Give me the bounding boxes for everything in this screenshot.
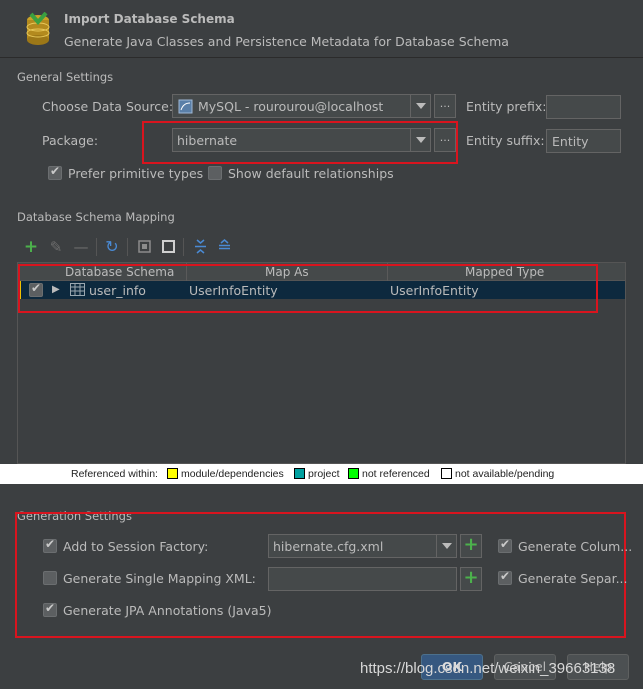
entity-suffix-field[interactable]: Entity bbox=[546, 129, 621, 153]
general-settings-title: General Settings bbox=[17, 70, 114, 84]
select-all-icon[interactable] bbox=[136, 239, 152, 255]
mysql-icon bbox=[178, 99, 193, 114]
jpa-checkbox[interactable] bbox=[43, 601, 57, 617]
entity-prefix-field[interactable] bbox=[546, 95, 621, 119]
legend-swatch-project bbox=[294, 468, 305, 479]
toolbar-separator bbox=[183, 238, 184, 256]
legend-swatch-not-available bbox=[441, 468, 452, 479]
single-mapping-field[interactable] bbox=[268, 567, 457, 591]
expand-all-icon[interactable] bbox=[192, 239, 208, 255]
data-source-value: MySQL - rourourou@localhost bbox=[198, 99, 384, 114]
show-default-rel-label: Show default relationships bbox=[228, 166, 394, 181]
add-mapping-button[interactable]: + bbox=[460, 567, 482, 591]
prefer-primitive-label: Prefer primitive types bbox=[68, 166, 204, 181]
chevron-down-icon[interactable] bbox=[410, 95, 430, 117]
watermark: https://blog.csdn.net/weixin_39663138 bbox=[360, 660, 616, 677]
legend-not-available: not available/pending bbox=[455, 468, 555, 480]
refresh-icon[interactable]: ↻ bbox=[104, 239, 120, 255]
add-icon[interactable]: + bbox=[23, 239, 39, 256]
unselect-all-icon[interactable] bbox=[160, 239, 176, 255]
toolbar-separator bbox=[96, 238, 97, 256]
single-mapping-checkbox[interactable] bbox=[43, 571, 57, 585]
dialog-subtitle: Generate Java Classes and Persistence Me… bbox=[64, 34, 509, 49]
entity-prefix-label: Entity prefix: bbox=[466, 99, 547, 114]
database-icon bbox=[22, 11, 54, 48]
add-session-factory-button[interactable]: + bbox=[460, 534, 482, 558]
data-source-browse-button[interactable]: ... bbox=[434, 94, 456, 118]
add-session-checkbox[interactable] bbox=[43, 537, 57, 553]
entity-suffix-label: Entity suffix: bbox=[466, 133, 545, 148]
add-session-label: Add to Session Factory: bbox=[63, 539, 209, 554]
show-default-rel-checkbox[interactable] bbox=[208, 166, 222, 180]
gen-columns-checkbox[interactable] bbox=[498, 537, 512, 553]
gen-columns-label: Generate Colum... bbox=[518, 539, 633, 554]
legend-module: module/dependencies bbox=[181, 468, 284, 480]
prefer-primitive-checkbox[interactable] bbox=[48, 164, 62, 180]
legend-swatch-module bbox=[167, 468, 178, 479]
mapping-title: Database Schema Mapping bbox=[17, 210, 175, 224]
highlight-table-row bbox=[18, 264, 598, 313]
edit-icon[interactable]: ✎ bbox=[48, 239, 64, 255]
remove-icon[interactable]: — bbox=[73, 239, 89, 255]
jpa-label: Generate JPA Annotations (Java5) bbox=[63, 603, 272, 618]
legend-swatch-not-referenced bbox=[348, 468, 359, 479]
dialog-title: Import Database Schema bbox=[64, 12, 235, 26]
dialog-header bbox=[0, 0, 643, 58]
data-source-combo[interactable]: MySQL - rourourou@localhost bbox=[172, 94, 431, 118]
toolbar-separator bbox=[127, 238, 128, 256]
legend-not-referenced: not referenced bbox=[362, 468, 430, 480]
legend-prefix: Referenced within: bbox=[71, 468, 158, 480]
gen-separate-label: Generate Separ... bbox=[518, 571, 628, 586]
collapse-all-icon[interactable] bbox=[216, 239, 232, 255]
single-mapping-label: Generate Single Mapping XML: bbox=[63, 571, 256, 586]
data-source-label: Choose Data Source: bbox=[42, 99, 174, 114]
package-label: Package: bbox=[42, 133, 99, 148]
highlight-package bbox=[142, 121, 458, 164]
session-factory-combo[interactable]: hibernate.cfg.xml bbox=[268, 534, 457, 558]
chevron-down-icon[interactable] bbox=[436, 535, 456, 557]
legend-project: project bbox=[308, 468, 340, 480]
gen-separate-checkbox[interactable] bbox=[498, 569, 512, 585]
